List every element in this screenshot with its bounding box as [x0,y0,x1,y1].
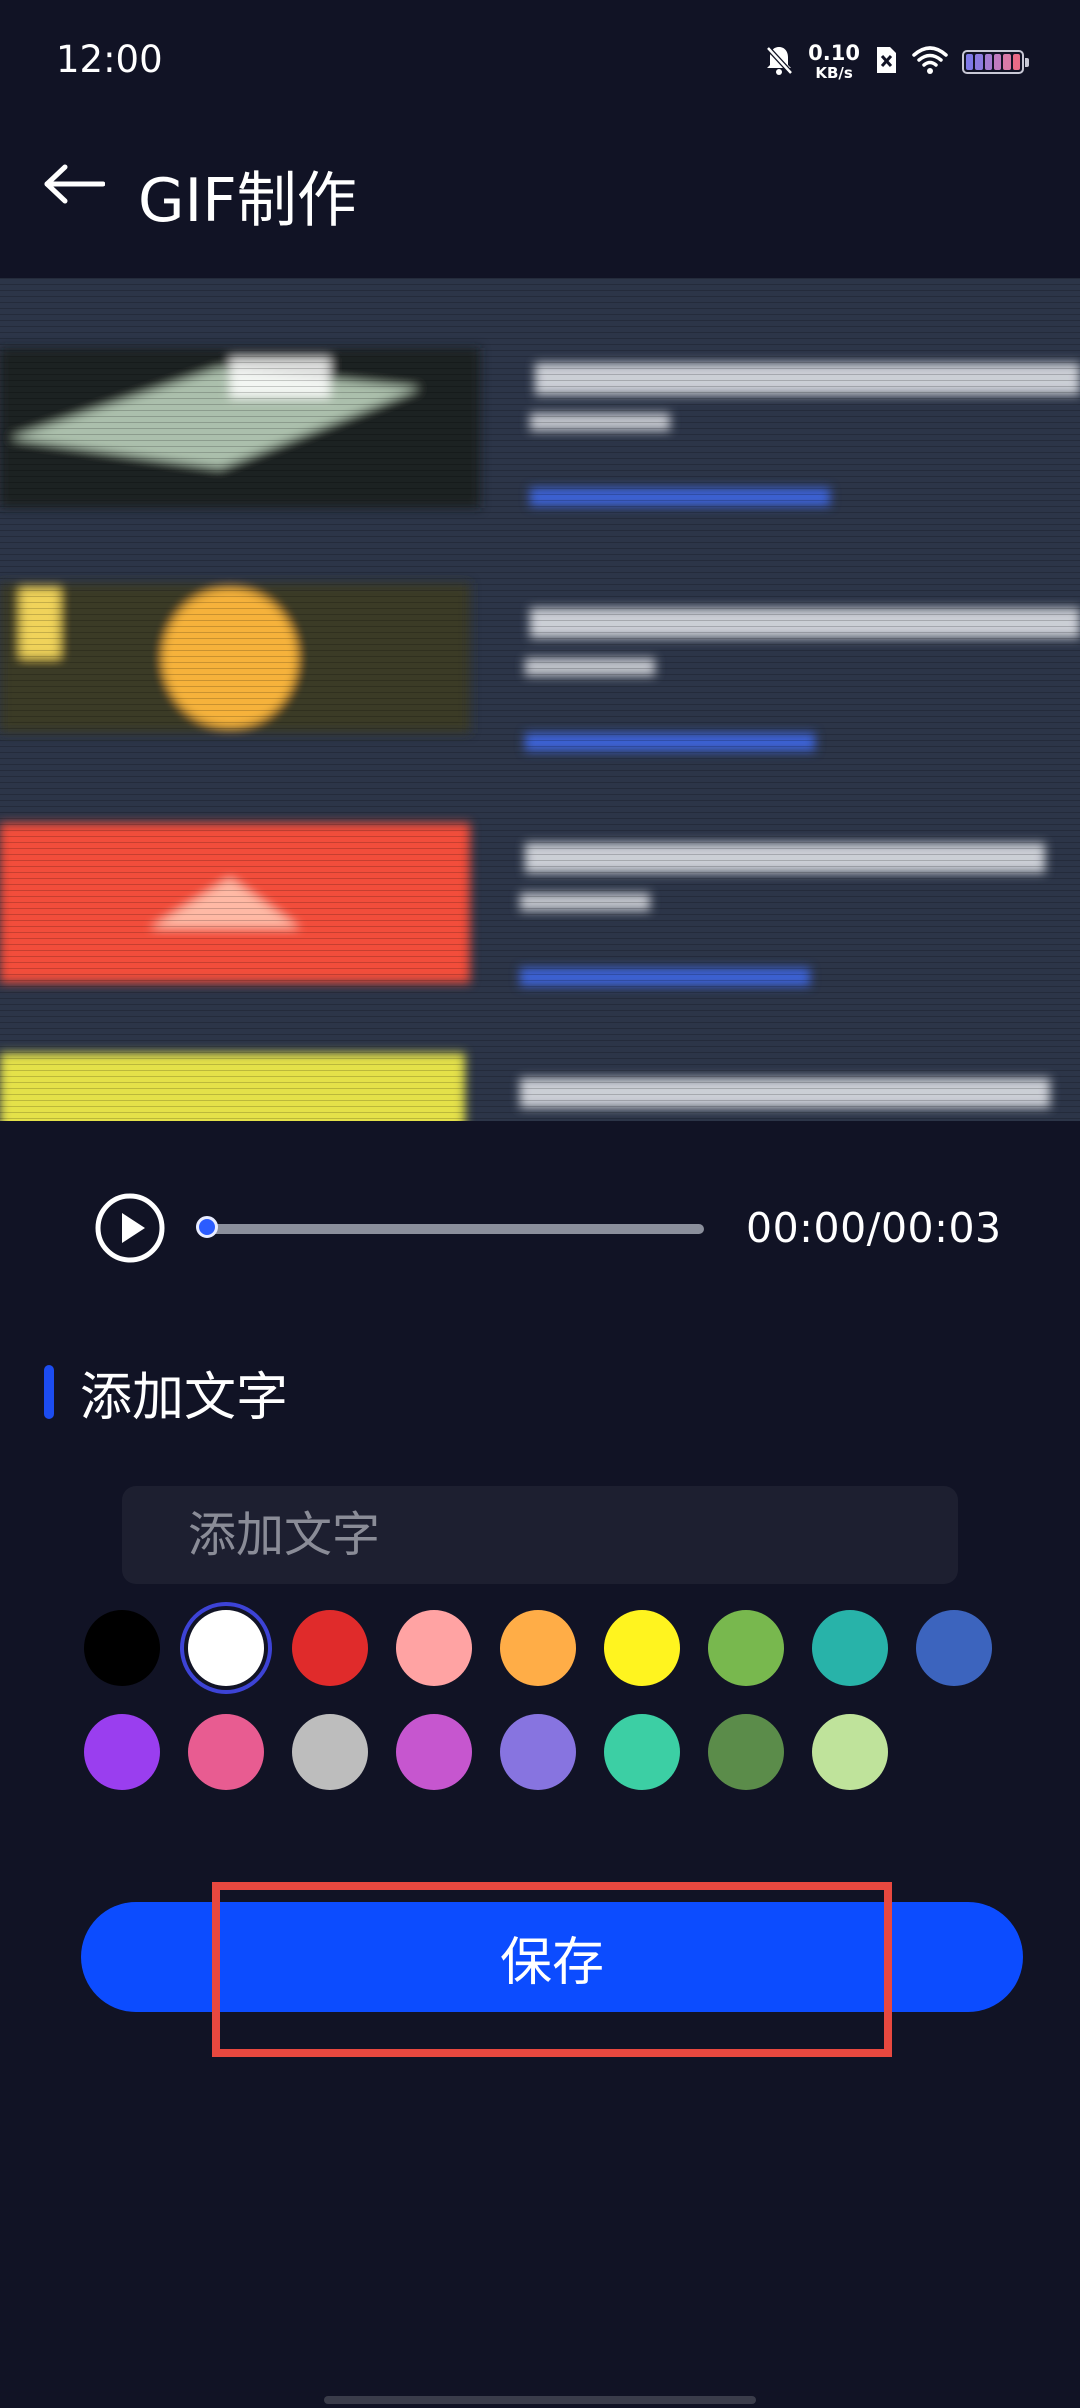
time-readout: 00:00/00:03 [746,1204,1002,1252]
preview-frame [0,278,1080,1121]
wifi-icon [912,45,948,79]
highlight-box [212,1882,892,2057]
color-swatch-black[interactable] [84,1610,160,1686]
color-swatch-yellow[interactable] [604,1610,680,1686]
status-bar: 12:00 0.10 KB/s [0,0,1080,125]
sim-x-icon [874,45,898,79]
section-title: 添加文字 [80,1367,289,1428]
section-accent-bar [44,1365,54,1419]
color-swatch-magenta[interactable] [396,1714,472,1790]
progress-handle[interactable] [196,1216,218,1238]
add-text-input[interactable] [122,1486,958,1584]
color-swatch-gray[interactable] [292,1714,368,1790]
gif-preview[interactable] [0,278,1080,1121]
home-indicator [324,2396,756,2404]
arrow-left-icon [43,164,106,208]
progress-track[interactable] [204,1224,704,1234]
play-circle-icon [94,1193,166,1268]
color-swatch-lavender[interactable] [500,1714,576,1790]
back-button[interactable] [36,148,112,224]
app-header: GIF制作 [0,130,1080,240]
color-swatch-teal[interactable] [812,1610,888,1686]
status-icons: 0.10 KB/s [764,40,1029,84]
status-time: 12:00 [56,38,163,81]
color-swatch-rose[interactable] [188,1714,264,1790]
player-controls: 00:00/00:03 [0,1180,1080,1280]
color-swatch-green[interactable] [708,1610,784,1686]
color-swatch-pink[interactable] [396,1610,472,1686]
battery-icon [962,50,1029,74]
add-text-section-header: 添加文字 [44,1362,288,1428]
color-swatch-purple[interactable] [84,1714,160,1790]
color-swatch-white[interactable] [188,1610,264,1686]
page-title: GIF制作 [138,166,357,236]
bell-muted-icon [764,44,794,80]
play-button[interactable] [94,1192,166,1264]
color-swatch-mint[interactable] [604,1714,680,1790]
color-swatch-dark-green[interactable] [708,1714,784,1790]
color-swatch-orange[interactable] [500,1610,576,1686]
net-speed-unit: KB/s [815,64,853,82]
color-swatch-red[interactable] [292,1610,368,1686]
color-swatch-light-green[interactable] [812,1714,888,1790]
color-swatch-blue[interactable] [916,1610,992,1686]
net-speed: 0.10 KB/s [808,43,860,81]
net-speed-value: 0.10 [808,41,860,65]
